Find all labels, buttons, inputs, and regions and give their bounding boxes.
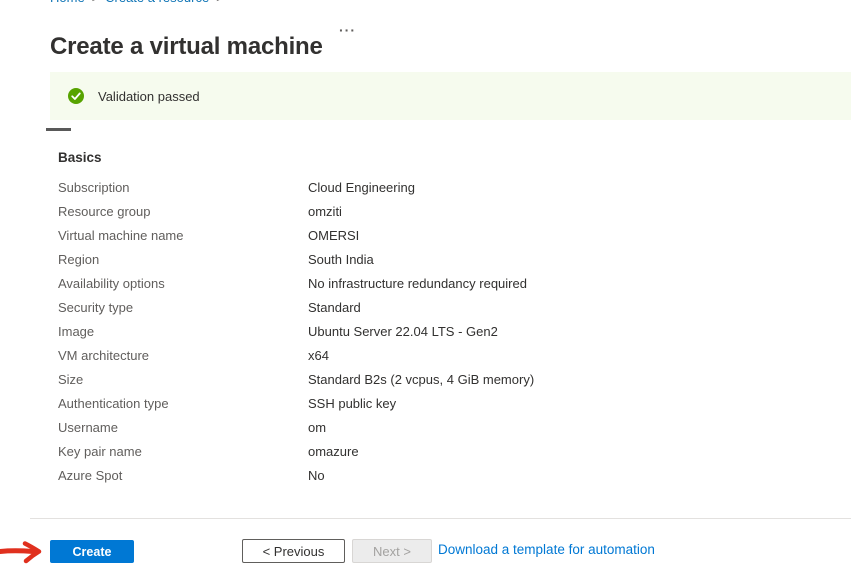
row-value: No infrastructure redundancy required [308, 272, 527, 296]
breadcrumb-home-link[interactable]: Home [50, 0, 85, 5]
row-label: Username [58, 416, 308, 440]
row-label: Authentication type [58, 392, 308, 416]
row-value: Standard [308, 296, 361, 320]
validation-message: Validation passed [98, 89, 200, 104]
basics-summary-list: Subscription Cloud Engineering Resource … [58, 176, 778, 488]
basics-heading: Basics [58, 150, 102, 165]
row-label: VM architecture [58, 344, 308, 368]
row-value: Cloud Engineering [308, 176, 415, 200]
previous-button[interactable]: < Previous [242, 539, 345, 563]
page-title: Create a virtual machine [50, 33, 323, 61]
row-label: Azure Spot [58, 464, 308, 488]
breadcrumb: Home > Create a resource > [50, 0, 230, 6]
breadcrumb-create-resource-link[interactable]: Create a resource [105, 0, 209, 5]
row-value: Standard B2s (2 vcpus, 4 GiB memory) [308, 368, 534, 392]
row-value: omazure [308, 440, 359, 464]
row-value: x64 [308, 344, 329, 368]
tab-indicator [46, 128, 71, 131]
row-value: om [308, 416, 326, 440]
breadcrumb-separator: > [216, 0, 222, 5]
basics-row-username: Username om [58, 416, 778, 440]
row-value: No [308, 464, 325, 488]
basics-row-vm-name: Virtual machine name OMERSI [58, 224, 778, 248]
next-button[interactable]: Next > [352, 539, 432, 563]
footer-divider [30, 518, 851, 519]
row-value: OMERSI [308, 224, 359, 248]
row-label: Security type [58, 296, 308, 320]
row-value: South India [308, 248, 374, 272]
row-label: Virtual machine name [58, 224, 308, 248]
row-label: Availability options [58, 272, 308, 296]
basics-row-image: Image Ubuntu Server 22.04 LTS - Gen2 [58, 320, 778, 344]
create-vm-review-page: Home > Create a resource > Create a virtual… [0, 0, 851, 569]
download-template-link[interactable]: Download a template for automation [438, 542, 655, 557]
row-value: SSH public key [308, 392, 396, 416]
basics-row-authentication-type: Authentication type SSH public key [58, 392, 778, 416]
row-label: Image [58, 320, 308, 344]
basics-row-security-type: Security type Standard [58, 296, 778, 320]
row-value: Ubuntu Server 22.04 LTS - Gen2 [308, 320, 498, 344]
basics-row-subscription: Subscription Cloud Engineering [58, 176, 778, 200]
more-options-icon[interactable]: ··· [339, 22, 356, 38]
row-label: Size [58, 368, 308, 392]
basics-row-vm-architecture: VM architecture x64 [58, 344, 778, 368]
basics-row-resource-group: Resource group omziti [58, 200, 778, 224]
basics-row-key-pair-name: Key pair name omazure [58, 440, 778, 464]
basics-row-azure-spot: Azure Spot No [58, 464, 778, 488]
row-label: Key pair name [58, 440, 308, 464]
breadcrumb-separator: > [92, 0, 98, 5]
red-arrow-annotation-icon [0, 540, 48, 564]
row-value: omziti [308, 200, 342, 224]
create-button[interactable]: Create [50, 540, 134, 563]
basics-row-region: Region South India [58, 248, 778, 272]
basics-row-availability-options: Availability options No infrastructure r… [58, 272, 778, 296]
validation-banner: Validation passed [50, 72, 851, 120]
row-label: Subscription [58, 176, 308, 200]
row-label: Region [58, 248, 308, 272]
basics-row-size: Size Standard B2s (2 vcpus, 4 GiB memory… [58, 368, 778, 392]
row-label: Resource group [58, 200, 308, 224]
check-circle-icon [68, 88, 84, 104]
